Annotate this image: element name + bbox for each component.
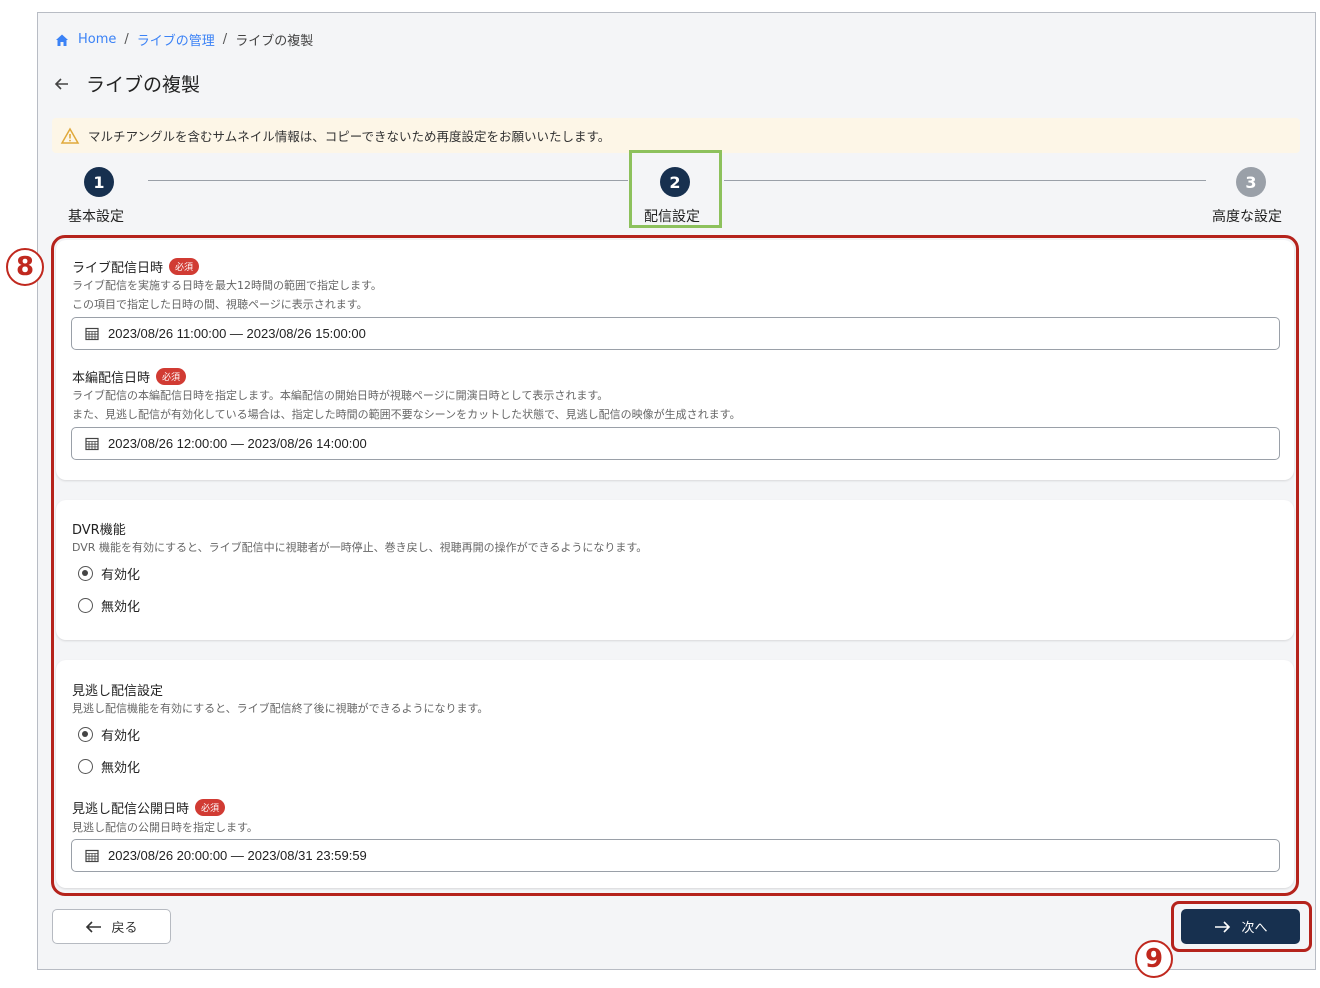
- breadcrumb-current: ライブの複製: [235, 34, 314, 49]
- step-3-label: 高度な設定: [1212, 209, 1282, 225]
- arrow-right-icon: [1215, 920, 1231, 933]
- next-button[interactable]: 次へ: [1181, 909, 1300, 944]
- step-1-circle[interactable]: 1: [84, 167, 114, 197]
- warning-icon: [60, 126, 80, 144]
- next-button-label: 次へ: [1241, 921, 1268, 936]
- step-2-circle[interactable]: 2: [660, 167, 690, 197]
- breadcrumb-live-management-link[interactable]: ライブの管理: [137, 30, 215, 49]
- back-arrow-icon[interactable]: [52, 74, 72, 94]
- marker-9: 9: [1135, 940, 1173, 978]
- breadcrumb: Home / ライブの管理 / ライブの複製: [54, 30, 313, 49]
- stepper-connector: [148, 180, 628, 181]
- arrow-left-icon: [86, 920, 102, 933]
- marker-8: 8: [6, 248, 44, 286]
- step-1-label: 基本設定: [68, 209, 124, 225]
- step-2-label: 配信設定: [644, 209, 700, 225]
- alert-text: マルチアングルを含むサムネイル情報は、コピーできないため再度設定をお願いいたしま…: [88, 129, 611, 144]
- page-header: ライブの複製: [52, 70, 200, 97]
- warning-alert: マルチアングルを含むサムネイル情報は、コピーできないため再度設定をお願いいたしま…: [52, 118, 1300, 153]
- back-button-label: 戻る: [111, 921, 138, 936]
- breadcrumb-separator: /: [124, 32, 129, 47]
- stepper-connector: [724, 180, 1206, 181]
- breadcrumb-home-link[interactable]: Home: [78, 32, 116, 47]
- breadcrumb-separator: /: [222, 32, 228, 47]
- page-title: ライブの複製: [86, 74, 201, 96]
- home-icon[interactable]: [54, 32, 70, 48]
- step-3-circle[interactable]: 3: [1236, 167, 1266, 197]
- back-button[interactable]: 戻る: [52, 909, 171, 944]
- settings-area-highlight: [51, 235, 1299, 896]
